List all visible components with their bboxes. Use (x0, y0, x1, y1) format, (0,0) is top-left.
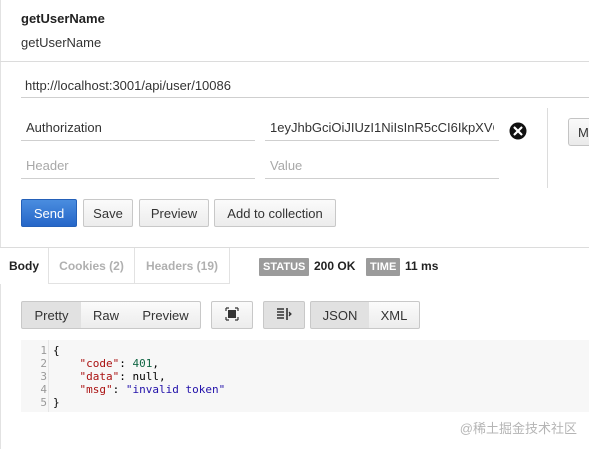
save-button[interactable]: Save (83, 199, 133, 227)
line-number: 3 (40, 370, 47, 383)
time-value: 11 ms (405, 259, 439, 273)
json-key: "msg" (79, 383, 113, 396)
json-punct: { (53, 344, 60, 357)
send-button[interactable]: Send (21, 199, 77, 227)
wrap-lines-button[interactable] (263, 301, 305, 329)
new-header-key-input[interactable] (21, 153, 255, 179)
json-line: "data": null, (79, 370, 166, 383)
json-body: { "code": 401, "data": null, "msg": "inv… (53, 344, 225, 409)
json-line: } (53, 396, 225, 409)
status-badge: STATUS (259, 258, 310, 276)
new-header-value-input[interactable] (265, 153, 499, 179)
json-value: 401 (132, 357, 153, 370)
url-input[interactable] (21, 73, 589, 98)
expand-button[interactable] (211, 301, 253, 329)
gutter-divider (48, 340, 49, 412)
tab-headers[interactable]: Headers (19) (134, 248, 230, 284)
wrap-lines-icon (276, 307, 292, 324)
json-punct: } (53, 396, 60, 409)
line-number: 4 (40, 383, 47, 396)
expand-icon (225, 306, 239, 324)
json-line: "code": 401, (79, 357, 160, 370)
left-border (0, 0, 1, 449)
line-number: 1 (40, 344, 47, 357)
preview-response-button[interactable]: Preview (131, 301, 201, 329)
watermark: @稀土掘金技术社区 (459, 421, 577, 436)
header-key-input[interactable] (21, 115, 255, 141)
line-numbers: 1 2 3 4 5 (21, 344, 47, 409)
request-description: getUserName (21, 35, 102, 50)
pretty-button[interactable]: Pretty (21, 301, 82, 329)
json-value: null (132, 370, 160, 383)
response-body-viewer[interactable]: 1 2 3 4 5 { "code": 401, "data": null, "… (21, 340, 589, 412)
json-format-button[interactable]: JSON (310, 301, 370, 329)
line-number: 2 (40, 357, 47, 370)
tab-cookies[interactable]: Cookies (2) (48, 248, 134, 284)
json-value: "invalid token" (125, 383, 226, 396)
line-number: 5 (40, 396, 47, 409)
xml-format-button[interactable]: XML (369, 301, 420, 329)
tab-body[interactable]: Body (0, 248, 48, 284)
delete-header-icon[interactable] (509, 122, 527, 140)
divider (0, 61, 589, 62)
json-key: "data" (79, 370, 120, 383)
header-value-input[interactable] (265, 115, 499, 141)
status-value: 200 OK (314, 259, 356, 273)
json-line: { (53, 344, 225, 357)
manage-presets-button[interactable]: M (568, 118, 589, 146)
preview-button[interactable]: Preview (139, 199, 209, 227)
json-line: "msg": "invalid token" (79, 383, 226, 396)
raw-button[interactable]: Raw (81, 301, 132, 329)
divider (547, 108, 548, 188)
time-badge: TIME (366, 258, 401, 276)
request-name: getUserName (21, 11, 105, 26)
json-key: "code" (79, 357, 120, 370)
add-to-collection-button[interactable]: Add to collection (214, 199, 336, 227)
